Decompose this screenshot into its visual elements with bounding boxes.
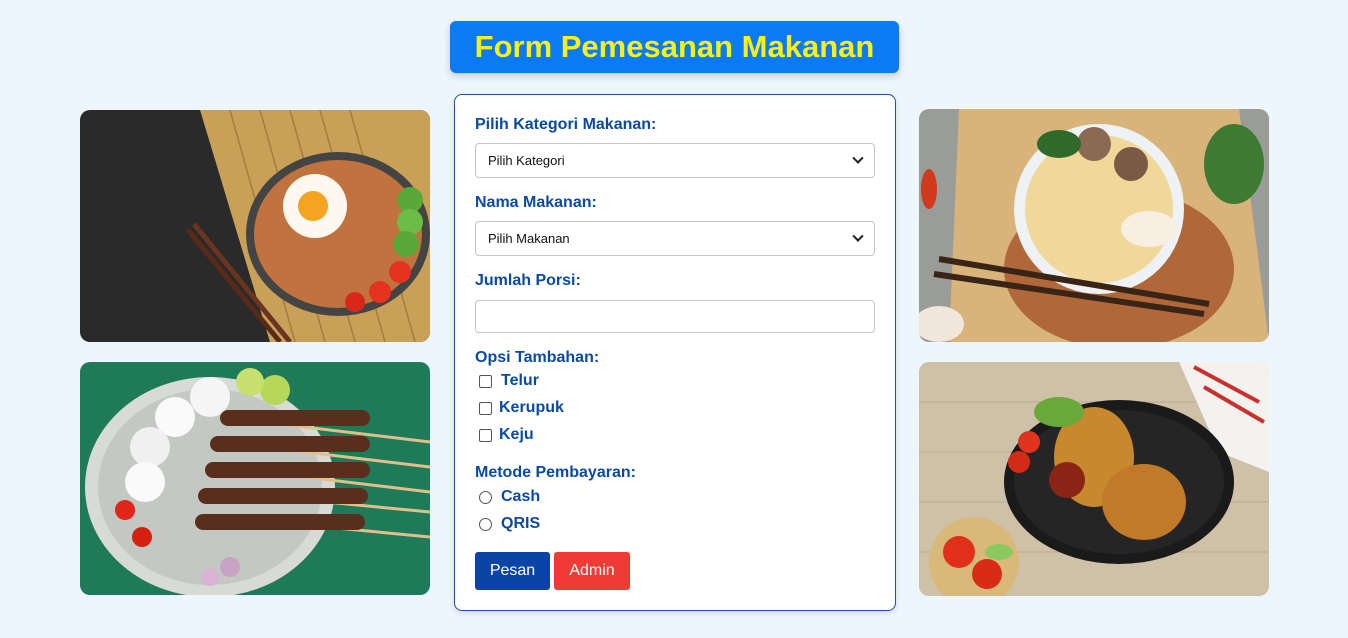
keju-checkbox[interactable] <box>479 428 492 442</box>
cash-option-label: Cash <box>501 488 541 505</box>
portion-label: Jumlah Porsi: <box>475 272 581 289</box>
food-select[interactable]: Pilih Makanan <box>475 221 875 256</box>
qris-option-label: QRIS <box>501 515 541 532</box>
keju-option-label: Keju <box>499 426 534 443</box>
admin-button[interactable]: Admin <box>554 552 630 590</box>
telur-option-label: Telur <box>501 372 539 389</box>
fried-chicken-photo <box>919 362 1269 596</box>
kerupuk-checkbox[interactable] <box>479 401 492 415</box>
category-select[interactable]: Pilih Kategori <box>475 143 875 178</box>
page-title: Form Pemesanan Makanan <box>474 29 875 64</box>
qris-radio[interactable] <box>479 517 492 531</box>
chevron-down-icon <box>852 152 864 164</box>
satay-photo <box>80 362 430 595</box>
cash-radio[interactable] <box>479 490 492 504</box>
extras-label: Opsi Tambahan: <box>475 349 600 366</box>
chicken-noodle-photo <box>919 109 1269 342</box>
order-form: Pilih Kategori Makanan: Pilih Kategori N… <box>454 94 896 611</box>
extra-option-kerupuk[interactable]: Kerupuk <box>479 399 564 417</box>
page-title-banner: Form Pemesanan Makanan <box>450 21 899 73</box>
food-select-value: Pilih Makanan <box>488 231 570 246</box>
payment-option-cash[interactable]: Cash <box>479 488 540 506</box>
extra-option-telur[interactable]: Telur <box>479 372 539 390</box>
category-select-value: Pilih Kategori <box>488 153 565 168</box>
food-label: Nama Makanan: <box>475 194 597 211</box>
payment-label: Metode Pembayaran: <box>475 464 636 481</box>
kerupuk-option-label: Kerupuk <box>499 399 564 416</box>
fried-rice-photo <box>80 110 430 342</box>
category-label: Pilih Kategori Makanan: <box>475 116 657 133</box>
telur-checkbox[interactable] <box>479 374 492 388</box>
submit-order-button[interactable]: Pesan <box>475 552 550 590</box>
portion-input[interactable] <box>475 300 875 333</box>
extra-option-keju[interactable]: Keju <box>479 426 534 444</box>
payment-option-qris[interactable]: QRIS <box>479 515 540 533</box>
chevron-down-icon <box>852 230 864 242</box>
